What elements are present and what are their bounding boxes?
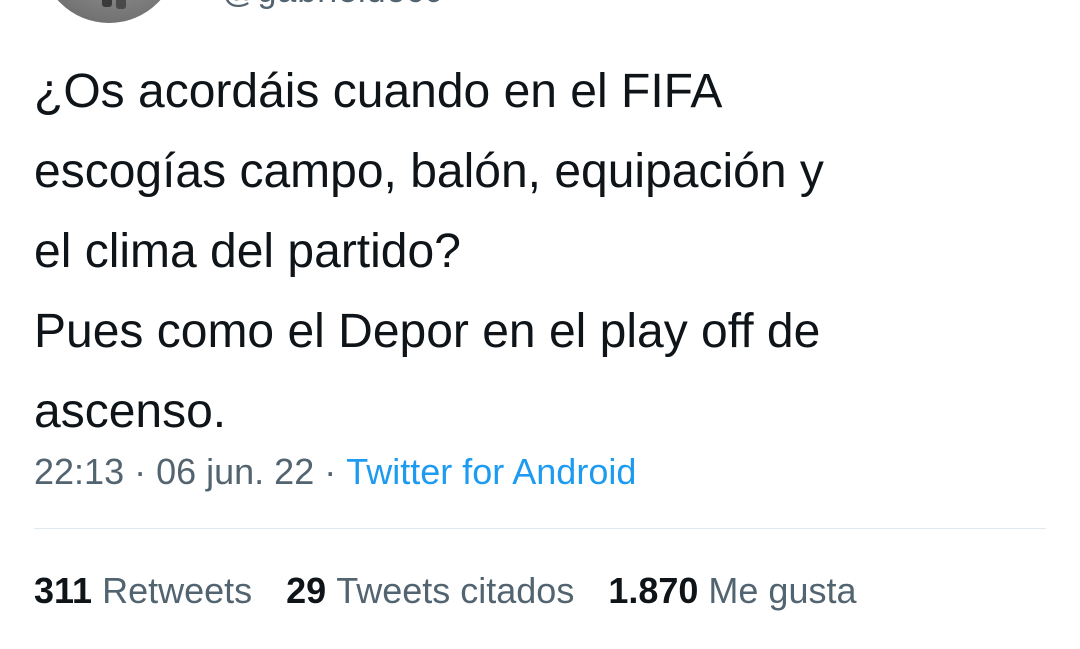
avatar-figure-detail [116,0,126,9]
retweets-label: Retweets [102,570,253,611]
quote-tweets-count: 29 [286,570,327,611]
tweet-meta: 22:13 · 06 jun. 22 · Twitter for Android [34,448,636,496]
retweets-count: 311 [34,570,93,611]
tweet-text: ¿Os acordáis cuando en el FIFA escogías … [34,65,824,438]
tweet-stats: 311 Retweets 29 Tweets citados 1.870 Me gus… [34,567,891,615]
meta-separator: · [324,451,337,492]
likes-label: Me gusta [708,570,857,611]
quote-tweets-stat[interactable]: 29 Tweets citados [286,567,574,615]
meta-separator: · [134,451,147,492]
author-handle[interactable]: @gabrieldoc0 [222,0,444,11]
tweet-date[interactable]: 06 jun. 22 [156,451,314,492]
tweet-source-link[interactable]: Twitter for Android [346,451,636,492]
divider [34,528,1046,529]
tweet-time[interactable]: 22:13 [34,451,124,492]
avatar-figure [102,0,112,7]
likes-stat[interactable]: 1.870 Me gusta [608,567,856,615]
quote-tweets-label: Tweets citados [336,570,575,611]
retweets-stat[interactable]: 311 Retweets [34,567,252,615]
avatar[interactable] [40,0,178,23]
likes-count: 1.870 [608,570,699,611]
